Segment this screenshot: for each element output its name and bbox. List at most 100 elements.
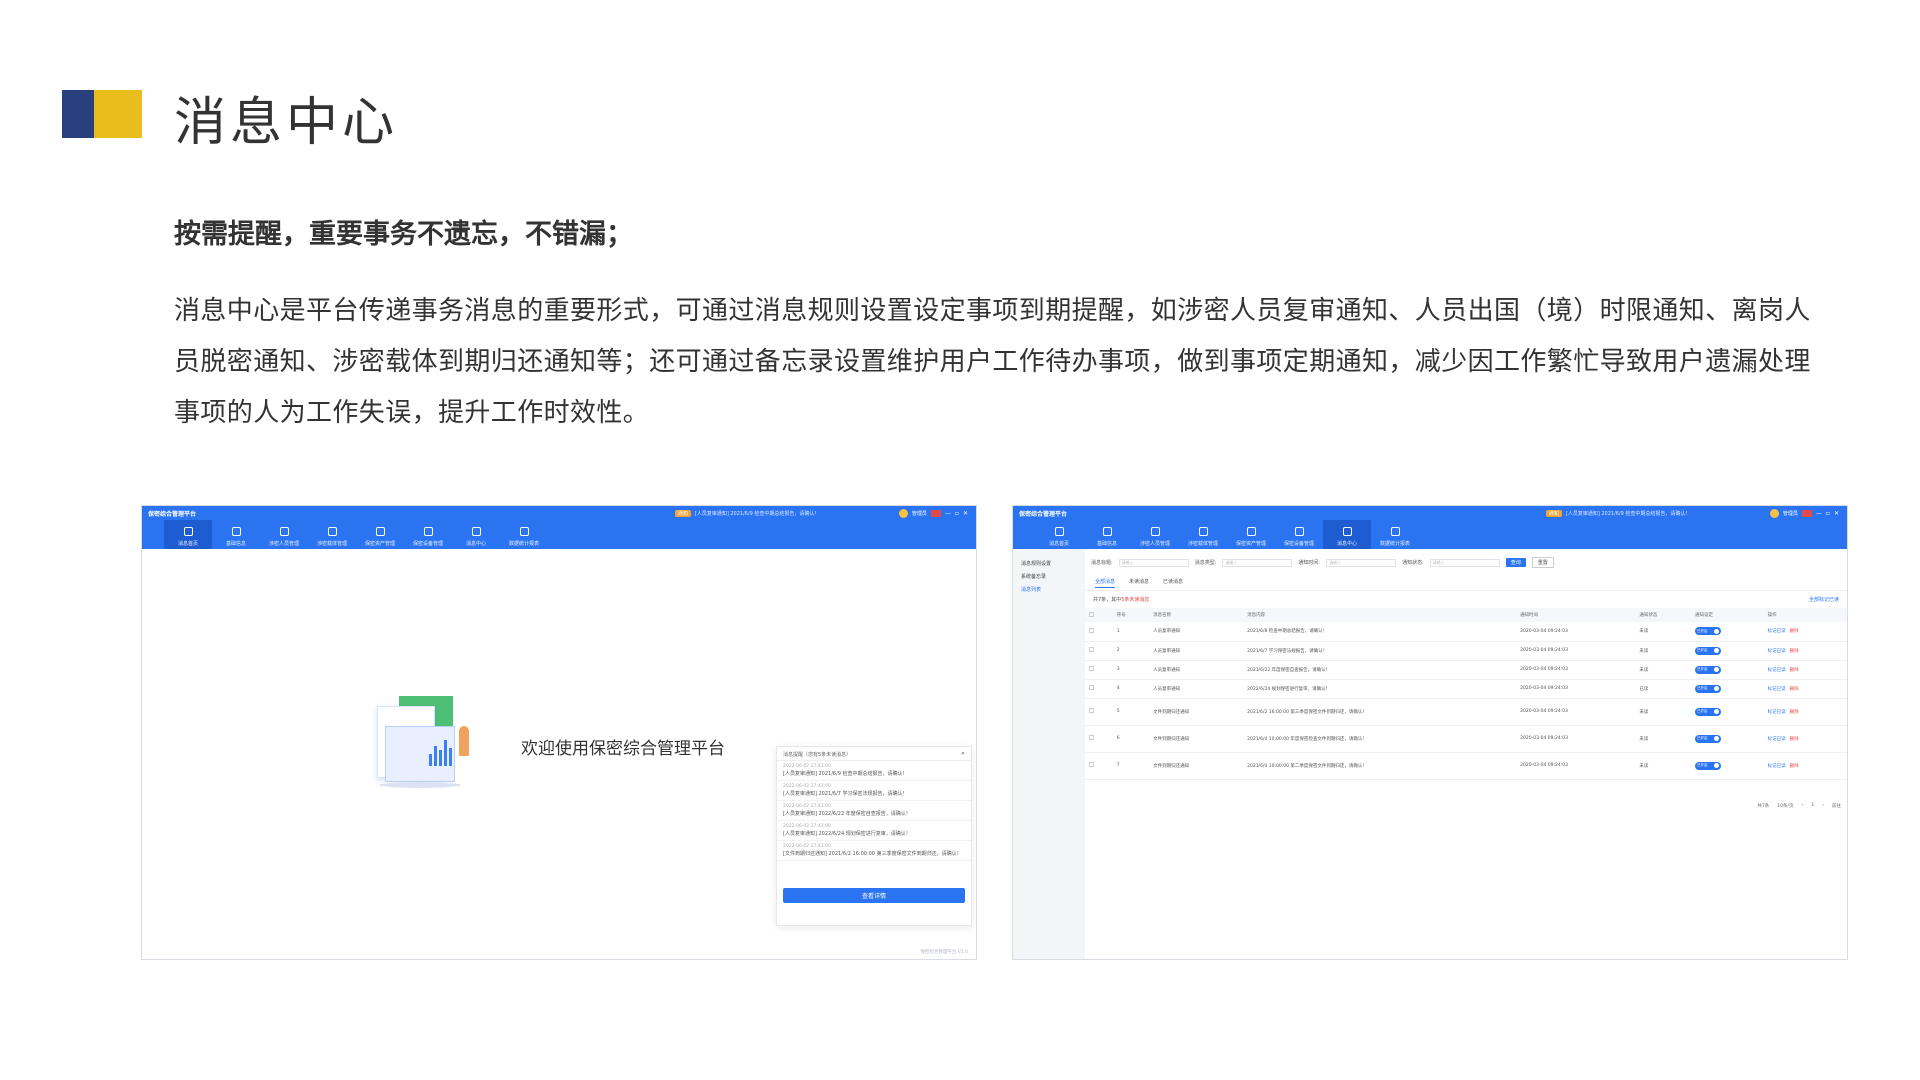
avatar[interactable]	[1769, 509, 1779, 518]
notice-ticker[interactable]: [人员复审通知] 2021/6/9 检查中期总结报告，请确认！	[695, 510, 895, 517]
minimize-icon[interactable]: —	[945, 510, 951, 517]
row-checkbox[interactable]	[1089, 666, 1094, 671]
close-icon[interactable]: ✕	[963, 510, 968, 517]
nav-item[interactable]: 涉密人员管理	[1131, 520, 1179, 549]
row-checkbox[interactable]	[1089, 627, 1094, 633]
row-checkbox[interactable]	[1089, 708, 1094, 713]
notify-toggle[interactable]: 已开启	[1694, 627, 1721, 636]
restore-icon[interactable]: ▫	[1826, 510, 1830, 517]
prev-page-icon[interactable]: ‹	[1802, 803, 1804, 809]
nav-icon	[1102, 527, 1112, 536]
delete-link[interactable]: 删除	[1790, 710, 1799, 715]
notify-toggle[interactable]: 已开启	[1694, 684, 1721, 693]
nav-item[interactable]: 数据统计报表	[1371, 520, 1419, 549]
table-row: 2 人员复审通知 2021/6/7 学习保密法规报告，请确认！ 2020-03-…	[1085, 641, 1847, 661]
message-popup-header: 消息提醒（您有5条未读消息） ✕	[777, 747, 971, 761]
app-topbar: 保密综合管理平台 消息首页 基础信息 涉密人员管理 涉密载体管理 保密资产管理 …	[1013, 506, 1847, 549]
tab-unread[interactable]: 未读消息	[1129, 578, 1149, 588]
row-checkbox[interactable]	[1089, 685, 1094, 690]
delete-link[interactable]: 删除	[1790, 649, 1799, 654]
restore-icon[interactable]: ▫	[955, 510, 959, 517]
nav-item[interactable]: 保密资产管理	[1227, 520, 1275, 549]
side-item-active[interactable]: 消息列表	[1013, 583, 1085, 596]
nav-item[interactable]: 消息首页	[164, 520, 212, 549]
nav-item[interactable]: 涉密人员管理	[260, 520, 308, 549]
page-description: 消息中心是平台传递事务消息的重要形式，可通过消息规则设置设定事项到期提醒，如涉密…	[174, 296, 1811, 428]
mark-read-link[interactable]: 标记已读	[1768, 710, 1786, 715]
message-item[interactable]: 2022-06-02 17:43:00 [人员复审通知] 2021/6/7 学习保…	[777, 781, 971, 801]
reset-button[interactable]: 重置	[1531, 557, 1554, 568]
message-list-content: 消息标题: 请输入 消息类型: 请输入 通知时间: 请输入 通知状态: 请输入 …	[1085, 549, 1847, 959]
nav-item[interactable]: 数据统计报表	[500, 520, 548, 549]
app-nav: 消息首页 基础信息 涉密人员管理 涉密载体管理 保密资产管理 保密设备管理 消息…	[164, 520, 548, 549]
close-icon[interactable]: ✕	[961, 751, 965, 757]
mark-read-link[interactable]: 标记已读	[1768, 649, 1786, 654]
delete-link[interactable]: 删除	[1790, 764, 1799, 769]
row-checkbox[interactable]	[1089, 735, 1094, 740]
delete-link[interactable]: 删除	[1790, 668, 1799, 673]
tab-all[interactable]: 全部消息	[1095, 578, 1116, 588]
nav-icon	[1054, 527, 1064, 536]
page-number[interactable]: 1	[1811, 803, 1814, 809]
query-button[interactable]: 查询	[1505, 558, 1526, 567]
minimize-icon[interactable]: —	[1816, 510, 1822, 517]
side-item[interactable]: 消息规则设置	[1013, 557, 1085, 570]
logo-dark-block	[62, 90, 94, 138]
close-icon[interactable]: ✕	[1834, 510, 1839, 517]
notify-toggle[interactable]: 已开启	[1694, 734, 1721, 743]
notify-toggle[interactable]: 已开启	[1694, 646, 1721, 655]
notify-toggle[interactable]: 已开启	[1694, 665, 1721, 674]
mark-read-link[interactable]: 标记已读	[1768, 629, 1786, 634]
message-item[interactable]: 2022-06-02 17:43:00 [人员复审通知] 2022/6/24 规划…	[777, 821, 971, 841]
tab-read[interactable]: 已读消息	[1163, 578, 1183, 588]
message-item[interactable]: 2022-06-02 17:43:00 [文件到期归还通知] 2021/6/2 1…	[777, 841, 971, 861]
message-item[interactable]: 2022-06-02 17:43:00 [人员复审通知] 2021/6/9 检查中…	[777, 761, 971, 781]
page-size-select[interactable]: 10条/页	[1777, 803, 1793, 809]
message-icon[interactable]	[1801, 510, 1812, 517]
mark-read-link[interactable]: 标记已读	[1768, 687, 1786, 692]
delete-link[interactable]: 删除	[1790, 687, 1799, 692]
message-item[interactable]: 2022-06-02 17:43:00 [人员复审通知] 2022/6/22 年度…	[777, 801, 971, 821]
time-range-input[interactable]: 请输入	[1326, 558, 1397, 567]
nav-item[interactable]: 涉密载体管理	[308, 520, 356, 549]
delete-link[interactable]: 删除	[1790, 629, 1799, 634]
mark-read-link[interactable]: 标记已读	[1768, 737, 1786, 742]
nav-item[interactable]: 保密设备管理	[1275, 520, 1323, 549]
type-input[interactable]: 请输入	[1222, 558, 1293, 567]
delete-link[interactable]: 删除	[1790, 737, 1799, 742]
next-page-icon[interactable]: ›	[1822, 803, 1824, 809]
avatar[interactable]	[898, 509, 908, 518]
page-title: 消息中心	[174, 93, 399, 153]
nav-item[interactable]: 消息中心	[452, 520, 500, 549]
mark-read-link[interactable]: 标记已读	[1768, 668, 1786, 673]
notice-badge: 通知	[1545, 510, 1562, 517]
nav-icon	[375, 527, 385, 536]
nav-icon	[183, 527, 193, 536]
nav-icon	[1246, 527, 1256, 536]
nav-item[interactable]: 基础信息	[212, 520, 260, 549]
message-icon[interactable]	[930, 510, 941, 517]
status-select[interactable]: 请输入	[1429, 558, 1500, 567]
nav-item[interactable]: 基础信息	[1083, 520, 1131, 549]
nav-item[interactable]: 消息中心	[1323, 520, 1371, 549]
row-checkbox[interactable]	[1089, 647, 1094, 652]
welcome-area: 欢迎使用保密综合管理平台	[367, 696, 725, 796]
nav-item[interactable]: 保密设备管理	[404, 520, 452, 549]
select-all-checkbox[interactable]	[1089, 611, 1094, 617]
title-input[interactable]: 请输入	[1118, 558, 1189, 567]
nav-item[interactable]: 消息首页	[1035, 520, 1083, 549]
nav-icon	[423, 527, 433, 536]
row-checkbox[interactable]	[1089, 762, 1094, 767]
notify-toggle[interactable]: 已开启	[1694, 761, 1721, 770]
nav-item[interactable]: 涉密载体管理	[1179, 520, 1227, 549]
notice-ticker[interactable]: [人员复审通知] 2021/6/9 检查中期总结报告，请确认！	[1566, 510, 1766, 517]
nav-item[interactable]: 保密资产管理	[356, 520, 404, 549]
side-item[interactable]: 系统备忘录	[1013, 570, 1085, 583]
message-popup: 消息提醒（您有5条未读消息） ✕ 2022-06-02 17:43:00 [人员复…	[776, 746, 972, 926]
nav-icon	[519, 527, 529, 536]
view-details-button[interactable]: 查看详情	[783, 888, 965, 903]
mark-all-read-link[interactable]: 全部标记已读	[1809, 596, 1839, 603]
mark-read-link[interactable]: 标记已读	[1768, 764, 1786, 769]
nav-icon	[1342, 527, 1352, 536]
notify-toggle[interactable]: 已开启	[1694, 707, 1721, 716]
